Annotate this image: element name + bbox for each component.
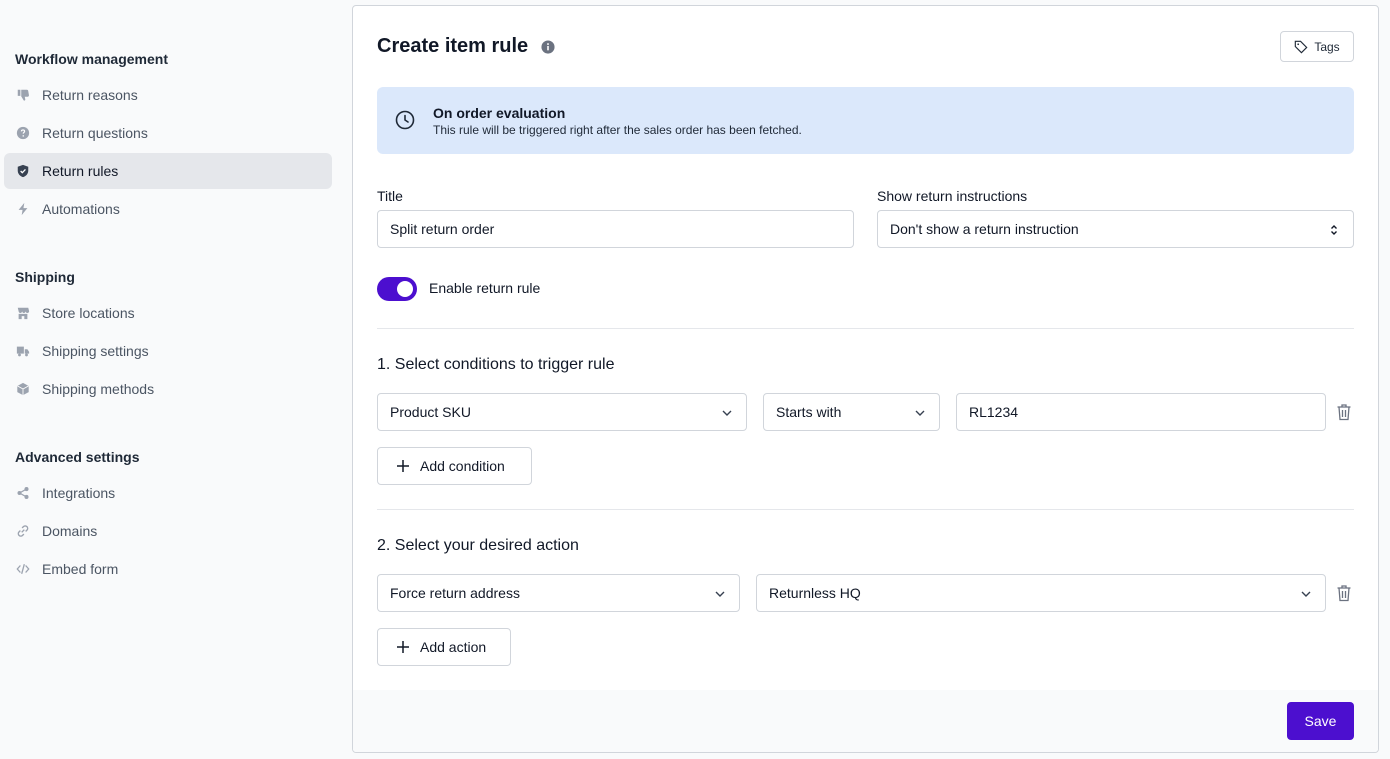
title-input[interactable]: Split return order <box>377 210 854 248</box>
sidebar-item-return-questions[interactable]: Return questions <box>4 115 332 151</box>
toggle-knob <box>397 281 413 297</box>
chevron-down-icon <box>715 591 725 597</box>
action-select[interactable]: Force return address <box>377 574 740 612</box>
sidebar-item-label: Store locations <box>42 305 135 321</box>
instructions-select-value: Don't show a return instruction <box>890 221 1079 237</box>
clock-icon <box>395 110 415 130</box>
section-title-workflow: Workflow management <box>15 51 168 67</box>
sidebar-item-shipping-settings[interactable]: Shipping settings <box>4 333 332 369</box>
action-target-value: Returnless HQ <box>769 585 861 601</box>
action-select-value: Force return address <box>390 585 520 601</box>
truck-icon <box>16 344 30 358</box>
updown-chevron-icon <box>1331 225 1337 235</box>
sidebar-item-label: Embed form <box>42 561 119 577</box>
divider <box>377 328 1354 329</box>
add-action-label: Add action <box>420 639 487 655</box>
add-condition-button[interactable]: Add condition <box>377 447 532 485</box>
chevron-down-icon <box>1301 591 1311 597</box>
sidebar-item-label: Integrations <box>42 485 116 501</box>
sidebar: Workflow management Return reasons Retur… <box>0 0 340 759</box>
sidebar-item-return-rules[interactable]: Return rules <box>4 153 332 189</box>
code-icon <box>16 562 30 576</box>
action-target-select[interactable]: Returnless HQ <box>756 574 1326 612</box>
sidebar-item-automations[interactable]: Automations <box>4 191 332 227</box>
section-title-shipping: Shipping <box>15 269 75 285</box>
add-condition-label: Add condition <box>420 458 505 474</box>
sidebar-item-domains[interactable]: Domains <box>4 513 332 549</box>
tags-button-label: Tags <box>1314 39 1340 54</box>
banner-title: On order evaluation <box>433 105 566 121</box>
banner-text: This rule will be triggered right after … <box>433 123 802 137</box>
actions-heading: 2. Select your desired action <box>377 537 579 554</box>
enable-rule-label: Enable return rule <box>429 280 541 296</box>
add-action-button[interactable]: Add action <box>377 628 511 666</box>
divider <box>377 509 1354 510</box>
sidebar-item-label: Return rules <box>42 163 119 179</box>
share-icon <box>16 486 30 500</box>
sidebar-item-label: Return reasons <box>42 87 138 103</box>
plus-icon <box>397 460 409 472</box>
evaluation-banner: On order evaluation This rule will be tr… <box>377 87 1354 154</box>
bolt-icon <box>16 202 30 216</box>
question-circle-icon <box>16 126 30 140</box>
condition-field-select[interactable]: Product SKU <box>377 393 747 431</box>
instructions-label: Show return instructions <box>877 188 1028 204</box>
sidebar-item-label: Shipping settings <box>42 343 149 359</box>
save-button[interactable]: Save <box>1287 702 1354 740</box>
info-icon[interactable] <box>541 40 555 54</box>
cube-icon <box>16 382 30 396</box>
thumb-down-icon <box>16 88 30 102</box>
sidebar-item-integrations[interactable]: Integrations <box>4 475 332 511</box>
sidebar-item-shipping-methods[interactable]: Shipping methods <box>4 371 332 407</box>
sidebar-item-return-reasons[interactable]: Return reasons <box>4 77 332 113</box>
title-label: Title <box>377 188 403 204</box>
sidebar-item-label: Shipping methods <box>42 381 155 397</box>
instructions-select[interactable]: Don't show a return instruction <box>877 210 1354 248</box>
chevron-down-icon <box>722 410 732 416</box>
enable-rule-toggle[interactable] <box>377 277 417 301</box>
section-title-advanced: Advanced settings <box>15 449 140 465</box>
condition-operator-select[interactable]: Starts with <box>763 393 940 431</box>
conditions-heading: 1. Select conditions to trigger rule <box>377 356 615 373</box>
sidebar-item-label: Automations <box>42 201 120 217</box>
rule-editor-panel: Create item rule Tags On order evaluatio… <box>352 5 1379 753</box>
store-icon <box>16 306 30 320</box>
condition-field-value: Product SKU <box>390 404 471 420</box>
sidebar-item-label: Domains <box>42 523 98 539</box>
page-title: Create item rule <box>377 35 529 57</box>
trash-icon[interactable] <box>1336 403 1352 421</box>
tags-button[interactable]: Tags <box>1280 31 1354 62</box>
trash-icon[interactable] <box>1336 584 1352 602</box>
tag-icon <box>1295 40 1308 53</box>
sidebar-item-label: Return questions <box>42 125 148 141</box>
shield-check-icon <box>16 164 30 178</box>
link-icon <box>16 524 30 538</box>
condition-operator-value: Starts with <box>776 404 842 420</box>
sidebar-item-embed-form[interactable]: Embed form <box>4 551 332 587</box>
sidebar-item-store-locations[interactable]: Store locations <box>4 295 332 331</box>
plus-icon <box>397 641 409 653</box>
chevron-down-icon <box>915 410 925 416</box>
panel-footer: Save <box>353 690 1378 752</box>
condition-value-input[interactable]: RL1234 <box>956 393 1326 431</box>
